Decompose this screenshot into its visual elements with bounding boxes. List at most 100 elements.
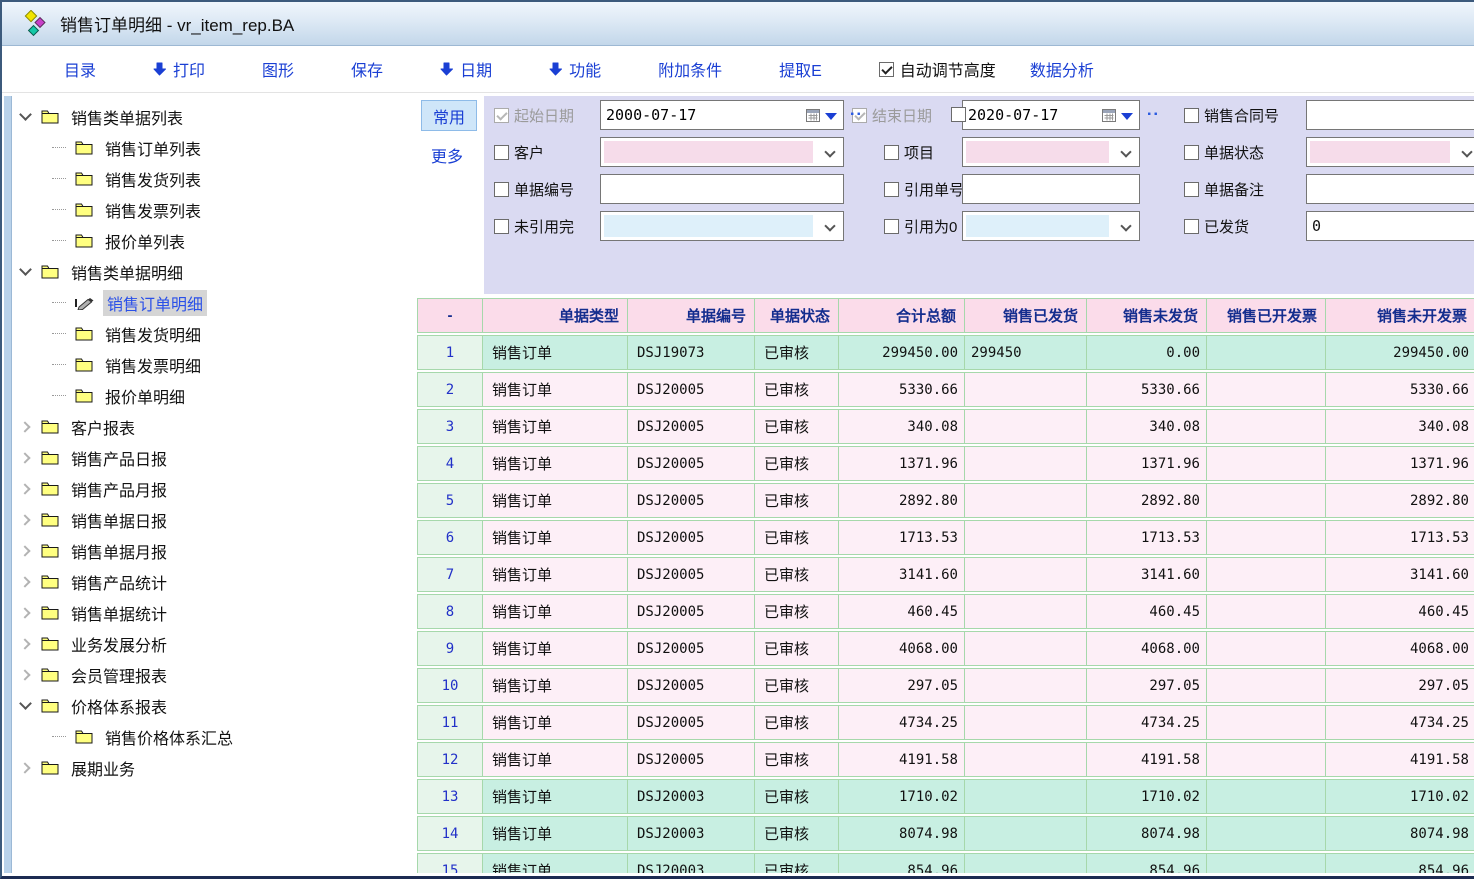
menu-item-data-analysis[interactable]: 数据分析: [1030, 57, 1094, 81]
cell-sales-shipped[interactable]: [964, 372, 1086, 407]
cell-sales-shipped[interactable]: [964, 594, 1086, 629]
cell-sales-uninvoiced[interactable]: 340.08: [1325, 409, 1474, 444]
cell-sales-shipped[interactable]: [964, 557, 1086, 592]
cell-doc-status[interactable]: 已审核: [754, 853, 838, 873]
menu-item-extra-conditions[interactable]: 附加条件: [658, 57, 722, 81]
row-number[interactable]: 1: [417, 335, 482, 370]
cell-doc-no[interactable]: DSJ20005: [627, 409, 754, 444]
auto-height-checkbox[interactable]: [879, 62, 894, 77]
cell-sales-unshipped[interactable]: 4068.00: [1086, 631, 1206, 666]
cell-sales-invoiced[interactable]: [1206, 483, 1325, 518]
expand-chevron-icon[interactable]: [13, 764, 37, 772]
cell-total-amount[interactable]: 854.96: [838, 853, 964, 873]
tree-item-sales-doc-details[interactable]: 销售类单据明细: [13, 256, 417, 287]
row-number[interactable]: 14: [417, 816, 482, 851]
menu-item-print[interactable]: 打印: [153, 57, 205, 81]
cell-total-amount[interactable]: 297.05: [838, 668, 964, 703]
tree-item-customer-reports[interactable]: 客户报表: [13, 411, 417, 442]
cell-doc-no[interactable]: DSJ20005: [627, 705, 754, 740]
menu-item-directory[interactable]: 目录: [64, 57, 96, 81]
cell-doc-status[interactable]: 已审核: [754, 557, 838, 592]
tree-item-sales-shipment-detail[interactable]: 销售发货明细: [13, 318, 417, 349]
cell-doc-type[interactable]: 销售订单: [482, 668, 627, 703]
tree-item-price-system-reports[interactable]: 价格体系报表: [13, 690, 417, 721]
cell-sales-uninvoiced[interactable]: 2892.80: [1325, 483, 1474, 518]
cell-sales-shipped[interactable]: [964, 668, 1086, 703]
cell-sales-uninvoiced[interactable]: 1710.02: [1325, 779, 1474, 814]
cell-doc-type[interactable]: 销售订单: [482, 779, 627, 814]
row-number[interactable]: 8: [417, 594, 482, 629]
referenced-zero-combobox[interactable]: [962, 211, 1140, 241]
cell-sales-invoiced[interactable]: [1206, 372, 1325, 407]
doc-status-combobox[interactable]: [1306, 137, 1474, 167]
cell-doc-no[interactable]: DSJ20003: [627, 779, 754, 814]
cell-sales-shipped[interactable]: [964, 520, 1086, 555]
tree-item-sales-doc-lists[interactable]: 销售类单据列表: [13, 101, 417, 132]
cell-sales-shipped[interactable]: [964, 409, 1086, 444]
cell-doc-type[interactable]: 销售订单: [482, 335, 627, 370]
cell-sales-invoiced[interactable]: [1206, 594, 1325, 629]
cell-sales-invoiced[interactable]: [1206, 742, 1325, 777]
table-row[interactable]: 15销售订单DSJ20003已审核854.96854.96854.96: [417, 853, 1474, 873]
cell-sales-uninvoiced[interactable]: 4734.25: [1325, 705, 1474, 740]
tree-item-sales-product-monthly[interactable]: 销售产品月报: [13, 473, 417, 504]
cell-doc-no[interactable]: DSJ20005: [627, 668, 754, 703]
expand-chevron-icon[interactable]: [13, 640, 37, 648]
table-row[interactable]: 8销售订单DSJ20005已审核460.45460.45460.45: [417, 594, 1474, 629]
menu-item-graph[interactable]: 图形: [262, 57, 294, 81]
cell-sales-invoiced[interactable]: [1206, 705, 1325, 740]
project-checkbox[interactable]: [884, 145, 899, 160]
cell-doc-type[interactable]: 销售订单: [482, 594, 627, 629]
menu-item-auto-height[interactable]: 自动调节高度: [879, 57, 996, 81]
cell-doc-no[interactable]: DSJ20005: [627, 631, 754, 666]
cell-doc-type[interactable]: 销售订单: [482, 853, 627, 873]
row-number[interactable]: 15: [417, 853, 482, 873]
cell-total-amount[interactable]: 1710.02: [838, 779, 964, 814]
table-row[interactable]: 12销售订单DSJ20005已审核4191.584191.584191.58: [417, 742, 1474, 777]
cell-total-amount[interactable]: 299450.00: [838, 335, 964, 370]
row-number[interactable]: 12: [417, 742, 482, 777]
cell-total-amount[interactable]: 4734.25: [838, 705, 964, 740]
cell-sales-shipped[interactable]: [964, 631, 1086, 666]
cell-doc-status[interactable]: 已审核: [754, 705, 838, 740]
cell-doc-type[interactable]: 销售订单: [482, 705, 627, 740]
referenced-zero-range-dots[interactable]: ..: [1147, 102, 1160, 120]
shipped-input[interactable]: [1306, 211, 1474, 241]
row-number[interactable]: 2: [417, 372, 482, 407]
col-header-sales-unshipped[interactable]: 销售未发货: [1086, 298, 1206, 333]
cell-sales-uninvoiced[interactable]: 4068.00: [1325, 631, 1474, 666]
col-header-sales-uninvoiced[interactable]: 销售未开发票: [1325, 298, 1474, 333]
cell-total-amount[interactable]: 8074.98: [838, 816, 964, 851]
cell-sales-uninvoiced[interactable]: 297.05: [1325, 668, 1474, 703]
cell-total-amount[interactable]: 5330.66: [838, 372, 964, 407]
tree-item-sales-order-detail[interactable]: 销售订单明细: [13, 287, 417, 318]
cell-sales-uninvoiced[interactable]: 1371.96: [1325, 446, 1474, 481]
tree-item-sales-product-stats[interactable]: 销售产品统计: [13, 566, 417, 597]
cell-sales-shipped[interactable]: [964, 816, 1086, 851]
doc-no-input[interactable]: [600, 174, 844, 204]
cell-sales-shipped[interactable]: [964, 446, 1086, 481]
cell-sales-uninvoiced[interactable]: 5330.66: [1325, 372, 1474, 407]
cell-sales-unshipped[interactable]: 2892.80: [1086, 483, 1206, 518]
expand-chevron-icon[interactable]: [13, 578, 37, 586]
ref-no-input[interactable]: [962, 174, 1140, 204]
cell-doc-type[interactable]: 销售订单: [482, 483, 627, 518]
tree-item-sales-product-daily[interactable]: 销售产品日报: [13, 442, 417, 473]
project-extra-checkbox[interactable]: [951, 107, 966, 122]
referenced-zero-checkbox[interactable]: [884, 219, 899, 234]
tree-item-member-management-reports[interactable]: 会员管理报表: [13, 659, 417, 690]
cell-total-amount[interactable]: 1713.53: [838, 520, 964, 555]
table-row[interactable]: 14销售订单DSJ20003已审核8074.988074.988074.98: [417, 816, 1474, 851]
not-fully-referenced-range-dots[interactable]: ..: [850, 102, 863, 120]
cell-sales-shipped[interactable]: [964, 853, 1086, 873]
common-filters-button[interactable]: 常用: [421, 100, 477, 131]
cell-doc-type[interactable]: 销售订单: [482, 372, 627, 407]
col-header-sales-invoiced[interactable]: 销售已开发票: [1206, 298, 1325, 333]
cell-sales-unshipped[interactable]: 8074.98: [1086, 816, 1206, 851]
row-number[interactable]: 10: [417, 668, 482, 703]
cell-sales-shipped[interactable]: [964, 705, 1086, 740]
collapse-chevron-icon[interactable]: [13, 703, 37, 708]
table-row[interactable]: 9销售订单DSJ20005已审核4068.004068.004068.00: [417, 631, 1474, 666]
shipped-checkbox[interactable]: [1184, 219, 1199, 234]
expand-chevron-icon[interactable]: [13, 454, 37, 462]
